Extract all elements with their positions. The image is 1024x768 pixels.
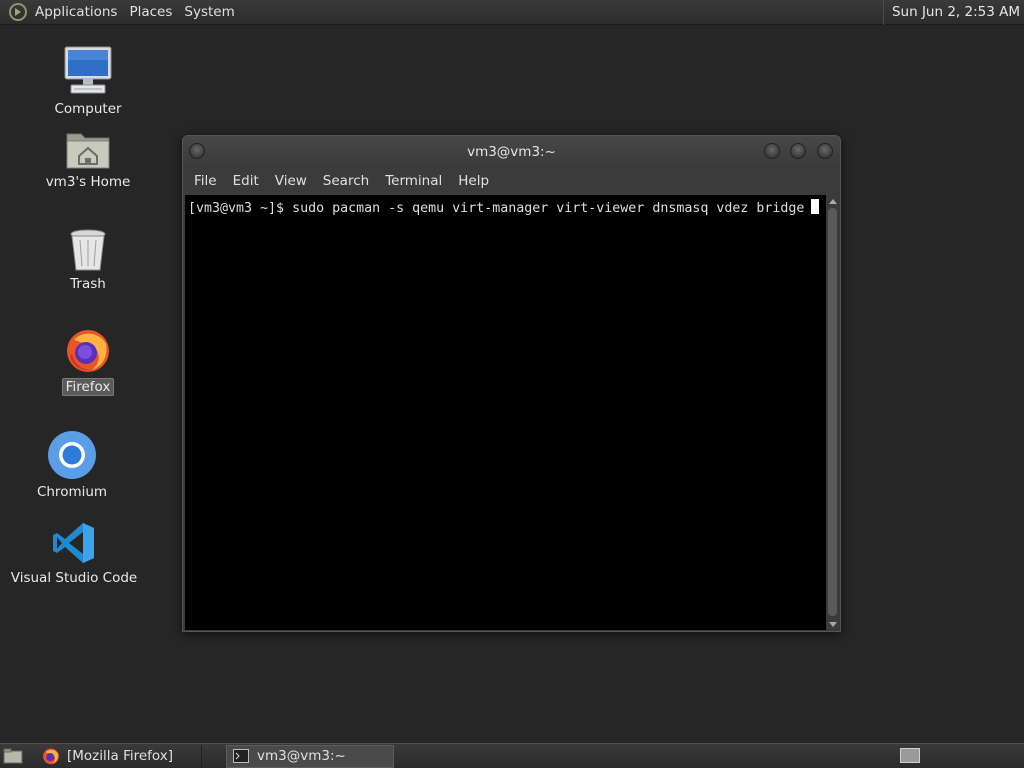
desktop-icon-label: Trash bbox=[70, 276, 106, 292]
close-button[interactable] bbox=[817, 143, 833, 159]
menu-view[interactable]: View bbox=[267, 173, 315, 189]
show-desktop-icon bbox=[3, 748, 23, 764]
window-menu-button[interactable] bbox=[189, 143, 205, 159]
desktop-icon-label: vm3's Home bbox=[45, 174, 131, 190]
bottom-taskbar: [Mozilla Firefox] vm3@vm3:~ bbox=[0, 743, 1024, 768]
home-folder-icon bbox=[66, 133, 110, 169]
show-desktop-button[interactable] bbox=[2, 747, 24, 765]
desktop-icon-firefox[interactable]: Firefox bbox=[58, 326, 118, 396]
terminal-menubar: File Edit View Search Terminal Help bbox=[183, 167, 840, 194]
terminal-command-line: [vm3@vm3 ~]$ sudo pacman -s qemu virt-ma… bbox=[188, 201, 805, 216]
scroll-down-icon[interactable] bbox=[829, 622, 837, 627]
desktop-icon-trash[interactable]: Trash bbox=[58, 228, 118, 292]
firefox-icon bbox=[43, 748, 59, 765]
taskbar-button-label: vm3@vm3:~ bbox=[257, 748, 346, 764]
desktop-icon-computer[interactable]: Computer bbox=[52, 45, 124, 117]
desktop-icon-vscode[interactable]: Visual Studio Code bbox=[11, 520, 137, 586]
desktop-icon-label: Firefox bbox=[61, 378, 115, 396]
text-cursor bbox=[811, 199, 820, 214]
workspace-switcher[interactable] bbox=[900, 748, 920, 763]
desktop-icon-label: Chromium bbox=[36, 484, 108, 500]
terminal-window[interactable]: vm3@vm3:~ File Edit View Search Terminal… bbox=[182, 135, 841, 632]
menu-help[interactable]: Help bbox=[450, 173, 497, 189]
scroll-thumb[interactable] bbox=[828, 208, 837, 616]
places-menu[interactable]: Places bbox=[123, 0, 178, 25]
menu-search[interactable]: Search bbox=[315, 173, 377, 189]
window-title: vm3@vm3:~ bbox=[467, 143, 556, 160]
window-titlebar[interactable]: vm3@vm3:~ bbox=[183, 136, 840, 167]
applications-menu[interactable]: Applications bbox=[29, 0, 123, 25]
desktop-icon-home[interactable]: vm3's Home bbox=[43, 128, 133, 190]
taskbar-button-label: [Mozilla Firefox] bbox=[67, 748, 174, 764]
system-menu[interactable]: System bbox=[178, 0, 240, 25]
applications-logo-icon[interactable] bbox=[9, 3, 27, 21]
terminal-output[interactable]: [vm3@vm3 ~]$ sudo pacman -s qemu virt-ma… bbox=[185, 195, 826, 630]
menu-terminal[interactable]: Terminal bbox=[377, 173, 450, 189]
terminal-icon bbox=[233, 749, 249, 763]
scroll-up-icon[interactable] bbox=[829, 199, 837, 204]
desktop-icon-chromium[interactable]: Chromium bbox=[36, 430, 108, 500]
computer-icon bbox=[64, 46, 112, 94]
firefox-icon bbox=[67, 330, 109, 372]
chromium-icon bbox=[48, 431, 96, 479]
menu-file[interactable]: File bbox=[186, 173, 225, 189]
top-panel: Applications Places System Sun Jun 2, 2:… bbox=[0, 0, 1024, 25]
menu-edit[interactable]: Edit bbox=[225, 173, 267, 189]
taskbar-button-terminal[interactable]: vm3@vm3:~ bbox=[226, 744, 394, 768]
maximize-button[interactable] bbox=[790, 143, 806, 159]
taskbar-button-firefox[interactable]: [Mozilla Firefox] bbox=[36, 744, 202, 768]
vscode-icon bbox=[53, 523, 94, 563]
vertical-scrollbar[interactable] bbox=[826, 195, 839, 630]
desktop-icon-label: Computer bbox=[54, 101, 122, 117]
clock[interactable]: Sun Jun 2, 2:53 AM bbox=[882, 0, 1024, 25]
minimize-button[interactable] bbox=[764, 143, 780, 159]
trash-icon bbox=[70, 229, 106, 271]
desktop-icon-label: Visual Studio Code bbox=[10, 570, 138, 586]
